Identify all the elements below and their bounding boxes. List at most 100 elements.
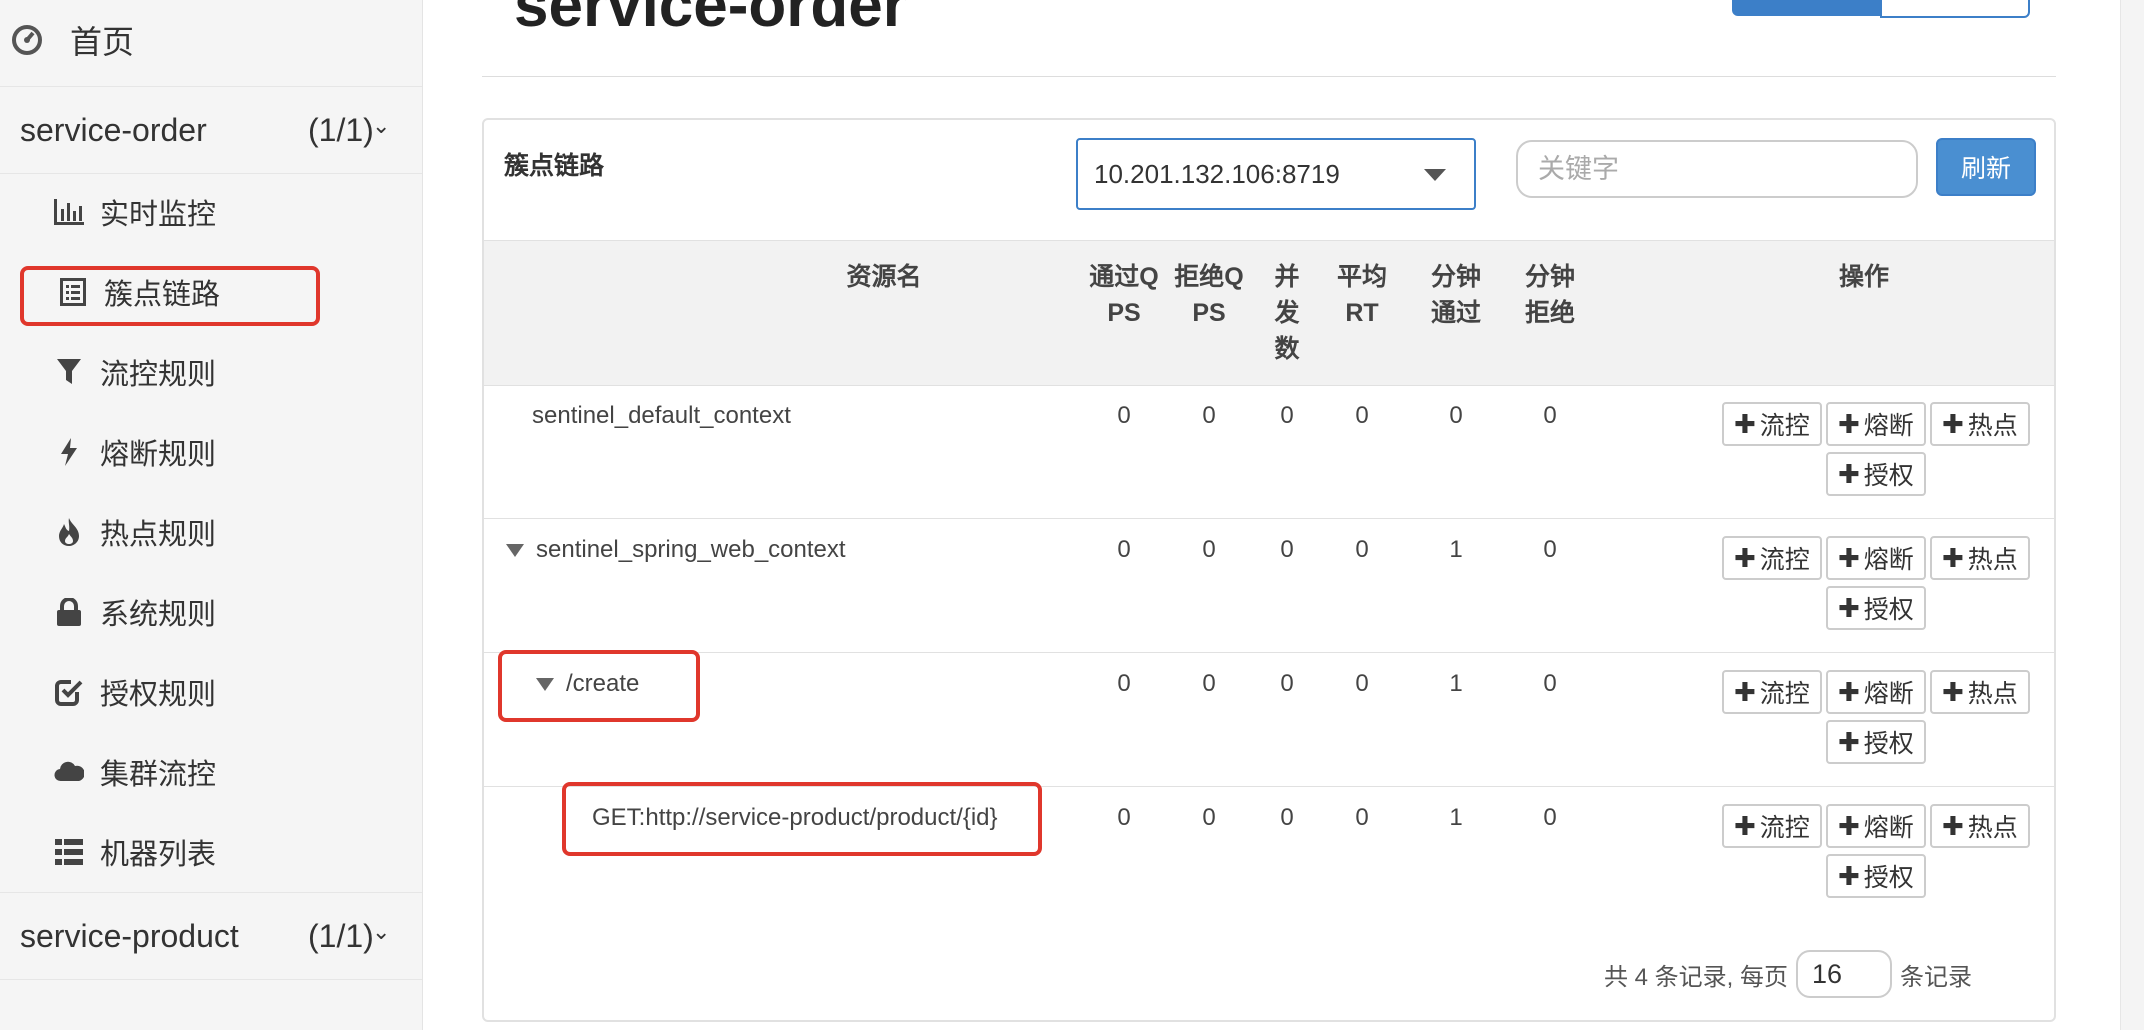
- minute-pass: 0: [1449, 402, 1463, 429]
- add-flow-rule-button[interactable]: ✚ 流控: [1722, 402, 1822, 446]
- plus-icon: ✚: [1838, 458, 1860, 489]
- minute-block: 0: [1543, 804, 1557, 831]
- plus-icon: ✚: [1734, 542, 1756, 573]
- plus-icon: ✚: [1734, 676, 1756, 707]
- sidebar-item-label: 机器列表: [100, 839, 217, 871]
- add-degrade-rule-button[interactable]: ✚ 熔断: [1826, 804, 1926, 848]
- add-auth-rule-button[interactable]: ✚ 授权: [1826, 720, 1926, 764]
- avg-rt: 0: [1355, 402, 1369, 429]
- scrollbar[interactable]: [2120, 0, 2144, 1030]
- top-button-secondary[interactable]: [1880, 0, 2030, 18]
- header-block-qps: 拒绝Q PS: [1174, 263, 1244, 327]
- header-pass-qps: 通过Q PS: [1089, 263, 1159, 327]
- app-count: (1/1): [308, 111, 374, 148]
- minute-pass: 1: [1449, 670, 1463, 697]
- check-icon: [52, 675, 86, 709]
- add-degrade-rule-button[interactable]: ✚ 熔断: [1826, 536, 1926, 580]
- sidebar-item-label: 流控规则: [100, 359, 217, 391]
- main-content: service-order 簇点链路 10.201.132.106:8719 刷…: [422, 0, 2122, 1030]
- sidebar-app-service-order[interactable]: service-order (1/1) ⌄: [0, 86, 422, 174]
- pagination: 共 4 条记录, 每页 16 条记录: [1604, 950, 1972, 998]
- add-hotspot-rule-button[interactable]: ✚ 热点: [1930, 670, 2030, 714]
- header-concurrency: 并发数: [1274, 263, 1300, 363]
- sidebar-item-auth-rules[interactable]: 授权规则: [52, 664, 216, 720]
- table-row: GET:http://service-product/product/{id} …: [484, 782, 2054, 920]
- add-flow-rule-button[interactable]: ✚ 流控: [1722, 536, 1822, 580]
- sidebar-home[interactable]: 首页: [10, 12, 134, 68]
- sidebar-item-realtime-monitor[interactable]: 实时监控: [52, 184, 216, 240]
- keyword-input[interactable]: [1516, 140, 1918, 198]
- sidebar-app-service-product[interactable]: service-product (1/1) ⌄: [0, 892, 422, 980]
- plus-icon: ✚: [1734, 810, 1756, 841]
- table-row: /create 0 0 0 0 1 0 ✚ 流控 ✚ 熔断 ✚ 热点 ✚ 授权: [484, 650, 2054, 787]
- add-auth-rule-button[interactable]: ✚ 授权: [1826, 854, 1926, 898]
- sidebar-item-cluster-flow[interactable]: 集群流控: [52, 744, 216, 800]
- add-flow-rule-button[interactable]: ✚ 流控: [1722, 804, 1822, 848]
- minute-block: 0: [1543, 536, 1557, 563]
- add-hotspot-rule-button[interactable]: ✚ 热点: [1930, 402, 2030, 446]
- fire-icon: [52, 515, 86, 549]
- sidebar-item-label: 热点规则: [100, 519, 217, 551]
- sidebar-item-machine-list[interactable]: 机器列表: [52, 824, 216, 880]
- sidebar-item-hotspot-rules[interactable]: 热点规则: [52, 504, 216, 560]
- top-button-primary[interactable]: [1732, 0, 1880, 16]
- header-minute-pass: 分钟 通过: [1430, 263, 1481, 327]
- plus-icon: ✚: [1838, 408, 1860, 439]
- sidebar-item-label: 集群流控: [100, 759, 217, 791]
- plus-icon: ✚: [1942, 542, 1964, 573]
- refresh-button[interactable]: 刷新: [1936, 138, 2036, 196]
- plus-icon: ✚: [1838, 542, 1860, 573]
- concurrency: 0: [1280, 670, 1294, 697]
- minute-block: 0: [1543, 670, 1557, 697]
- pass-qps: 0: [1117, 402, 1131, 429]
- plus-icon: ✚: [1942, 676, 1964, 707]
- page-title: service-order: [514, 0, 907, 40]
- dashboard-icon: [12, 25, 42, 55]
- sidebar-item-label: 实时监控: [100, 199, 217, 231]
- header-minute-block: 分钟 拒绝: [1524, 263, 1575, 327]
- plus-icon: ✚: [1838, 676, 1860, 707]
- plus-icon: ✚: [1942, 810, 1964, 841]
- pass-qps: 0: [1117, 804, 1131, 831]
- resource-name-cell[interactable]: sentinel_spring_web_context: [506, 536, 846, 564]
- pager-suffix: 条记录: [1900, 963, 1973, 991]
- pager-prefix: 共 4 条记录, 每页: [1604, 963, 1789, 991]
- bar-chart-icon: [52, 195, 86, 229]
- divider: [482, 76, 2056, 77]
- sidebar-item-label: 授权规则: [100, 679, 217, 711]
- table-row: sentinel_default_context 0 0 0 0 0 0 ✚ 流控…: [484, 384, 2054, 519]
- sidebar-item-label: 熔断规则: [100, 439, 217, 471]
- concurrency: 0: [1280, 804, 1294, 831]
- sidebar: 首页 service-order (1/1) ⌄ 实时监控 簇点链路 流控规则 …: [0, 0, 423, 1030]
- add-auth-rule-button[interactable]: ✚ 授权: [1826, 586, 1926, 630]
- add-hotspot-rule-button[interactable]: ✚ 热点: [1930, 536, 2030, 580]
- resource-name: sentinel_default_context: [532, 402, 791, 429]
- avg-rt: 0: [1355, 670, 1369, 697]
- chevron-down-icon: ⌄: [372, 919, 391, 944]
- avg-rt: 0: [1355, 804, 1369, 831]
- sidebar-home-label: 首页: [70, 24, 135, 60]
- block-qps: 0: [1202, 536, 1216, 563]
- add-degrade-rule-button[interactable]: ✚ 熔断: [1826, 402, 1926, 446]
- plus-icon: ✚: [1838, 726, 1860, 757]
- table-header: 资源名 通过Q PS 拒绝Q PS 并发数 平均 RT 分钟 通过 分钟 拒绝 操作: [484, 240, 2054, 386]
- block-qps: 0: [1202, 670, 1216, 697]
- plus-icon: ✚: [1838, 592, 1860, 623]
- cloud-icon: [52, 755, 86, 789]
- machine-select[interactable]: 10.201.132.106:8719: [1076, 138, 1476, 210]
- add-hotspot-rule-button[interactable]: ✚ 热点: [1930, 804, 2030, 848]
- plus-icon: ✚: [1838, 810, 1860, 841]
- resource-panel: 簇点链路 10.201.132.106:8719 刷新 资源名 通过QPS 拒绝…: [482, 118, 2056, 1022]
- add-auth-rule-button[interactable]: ✚ 授权: [1826, 452, 1926, 496]
- plus-icon: ✚: [1942, 408, 1964, 439]
- minute-pass: 1: [1449, 804, 1463, 831]
- add-degrade-rule-button[interactable]: ✚ 熔断: [1826, 670, 1926, 714]
- caret-down-icon[interactable]: [506, 544, 524, 558]
- sidebar-item-system-rules[interactable]: 系统规则: [52, 584, 216, 640]
- sidebar-item-degrade-rules[interactable]: 熔断规则: [52, 424, 216, 480]
- add-flow-rule-button[interactable]: ✚ 流控: [1722, 670, 1822, 714]
- concurrency: 0: [1280, 536, 1294, 563]
- chevron-down-icon: ⌄: [372, 113, 391, 138]
- sidebar-item-flow-rules[interactable]: 流控规则: [52, 344, 216, 400]
- page-size-input[interactable]: 16: [1796, 950, 1893, 998]
